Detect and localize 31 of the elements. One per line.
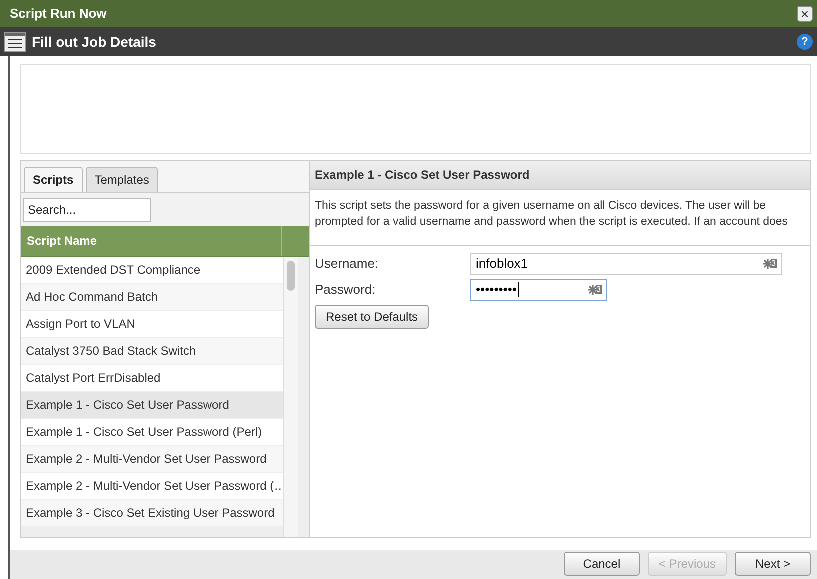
field-label: Username: xyxy=(315,256,380,272)
script-row[interactable]: Ad Hoc Command Batch xyxy=(21,284,283,310)
password-field[interactable]: ••••••••• 3 xyxy=(470,278,607,301)
count-badge: 3 xyxy=(770,258,777,268)
wizard-button[interactable]: Next > xyxy=(735,552,811,576)
asterisk-icon xyxy=(588,284,598,295)
wizard-button[interactable]: Cancel xyxy=(564,552,640,576)
script-row[interactable]: Catalyst 3750 Bad Stack Switch xyxy=(21,338,283,364)
script-row[interactable]: Example 1 - Cisco Set User Password xyxy=(21,392,283,418)
checklist-icon xyxy=(4,32,26,52)
search-field[interactable]: Search... xyxy=(23,198,151,222)
help-button[interactable]: ? xyxy=(797,34,813,50)
tab[interactable]: Scripts xyxy=(24,166,83,192)
header-title: Fill out Job Details xyxy=(32,34,158,50)
script-row[interactable]: Assign Port to VLAN xyxy=(21,310,283,337)
scrollbar[interactable] xyxy=(283,256,298,537)
window-title: Script Run Now xyxy=(10,6,107,22)
script-row[interactable]: 2009 Extended DST Compliance xyxy=(21,256,283,283)
script-row[interactable]: Example 1 - Cisco Set User Password (Perl) xyxy=(21,418,283,445)
reset-button[interactable]: Reset to Defaults xyxy=(315,304,430,329)
asterisk-icon xyxy=(762,258,773,269)
tab[interactable]: Templates xyxy=(86,166,158,192)
script-row[interactable]: Example 3 - Cisco Set Existing User Password xyxy=(21,500,283,526)
script-description: This script sets the password for a given username on all Cisco devices. The user will be prompted for a valid username and password when the script is executed. If an account does xyxy=(310,190,810,246)
script-row[interactable]: Catalyst Port ErrDisabled xyxy=(21,364,283,391)
username-field[interactable]: infoblox1 3 xyxy=(470,252,782,275)
script-row[interactable]: Example 2 - Multi-Vendor Set User Password xyxy=(21,446,283,472)
detail-title: Example 1 - Cisco Set User Password xyxy=(310,160,810,190)
count-badge: 3 xyxy=(596,284,602,294)
close-button[interactable]: × xyxy=(797,6,813,22)
field-label: Password: xyxy=(315,282,377,298)
